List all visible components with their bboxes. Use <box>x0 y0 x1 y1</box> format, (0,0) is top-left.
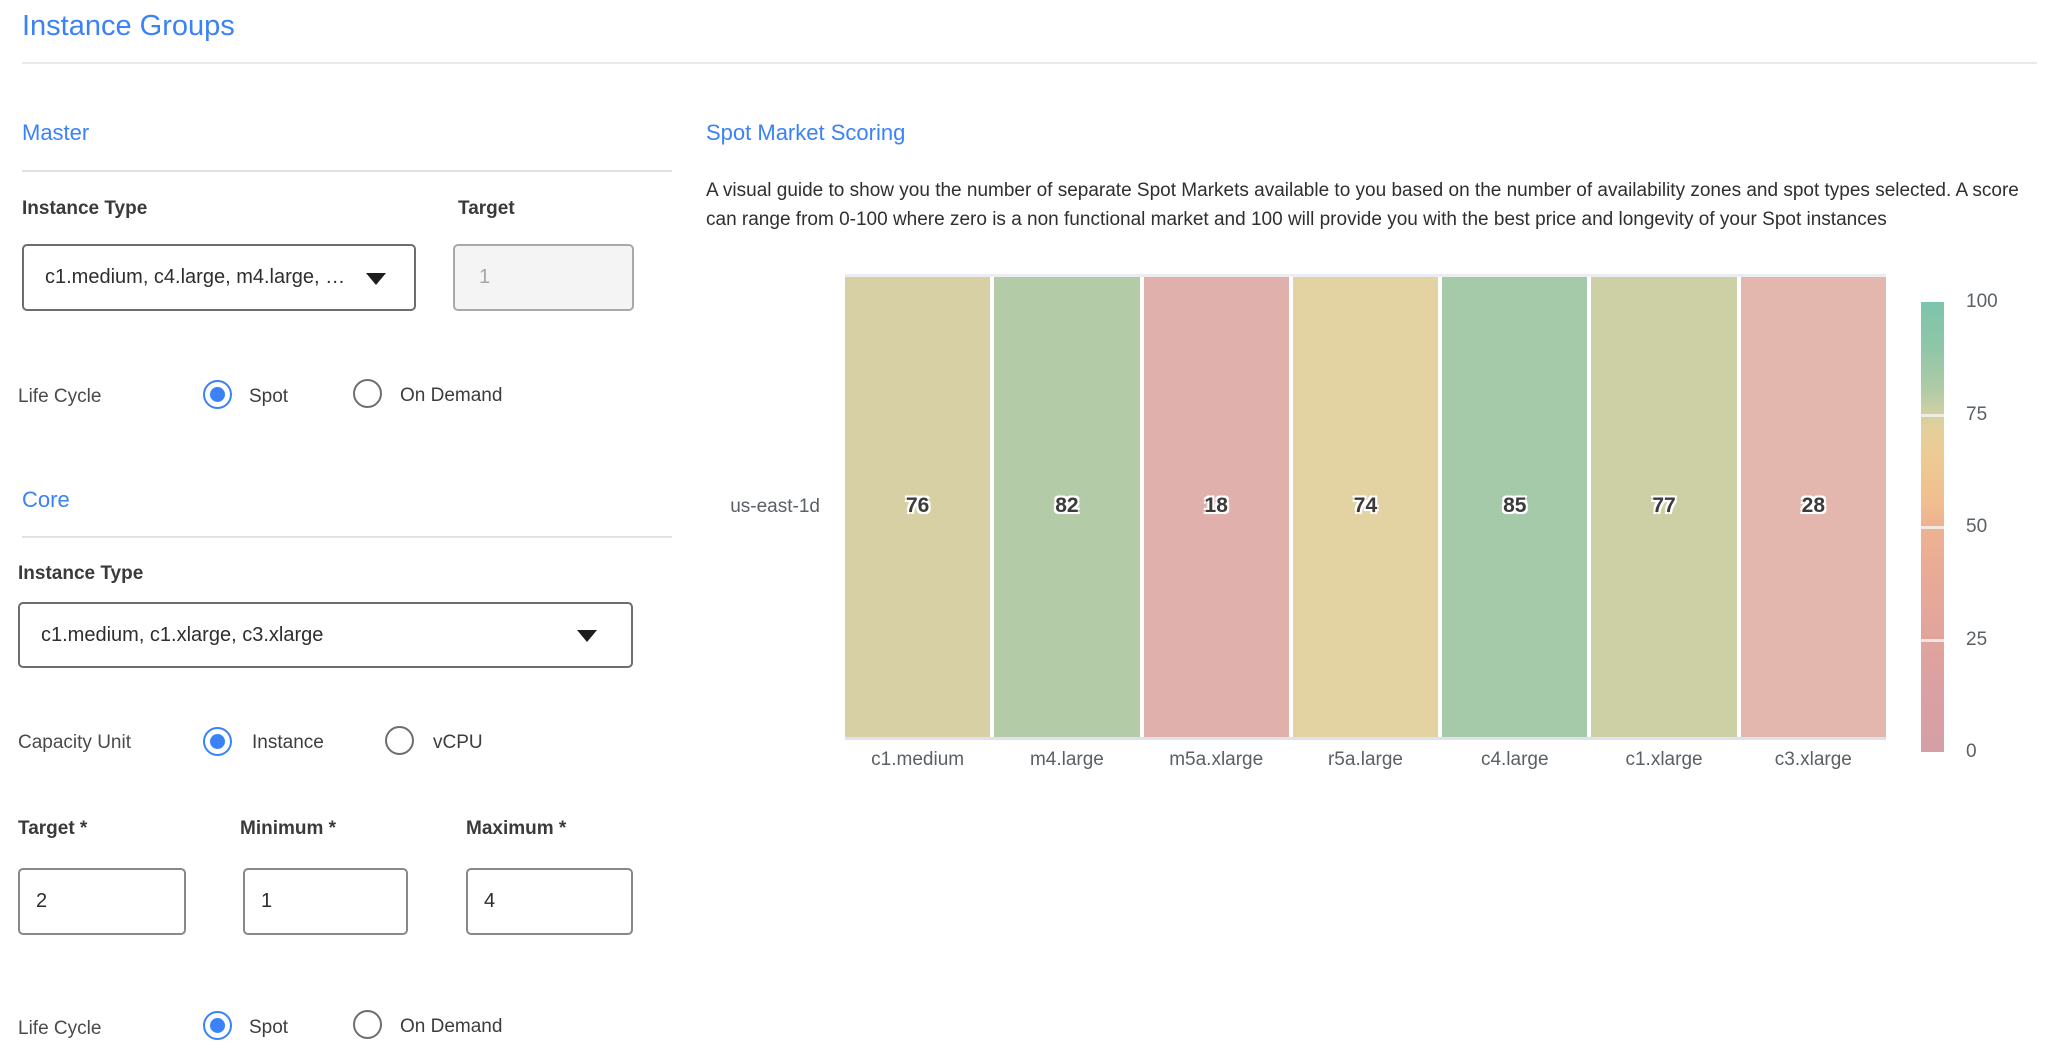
heatmap-cell-value: 74 <box>1293 494 1438 518</box>
scoring-heading: Spot Market Scoring <box>706 120 905 146</box>
heatmap-column-label: c1.medium <box>845 749 990 771</box>
instance-groups-page: Instance Groups Master Instance Type c1.… <box>0 0 2058 1058</box>
scoring-description: A visual guide to show you the number of… <box>706 176 2038 234</box>
core-instance-type-select[interactable]: c1.medium, c1.xlarge, c3.xlarge <box>18 602 633 668</box>
color-scale-tick-label: 25 <box>1966 629 1987 651</box>
heatmap-column-label: m4.large <box>994 749 1139 771</box>
heatmap-column-label: c4.large <box>1442 749 1587 771</box>
heatmap-column-labels: c1.mediumm4.largem5a.xlarger5a.largec4.l… <box>845 749 1886 771</box>
heatmap-column-label: c1.xlarge <box>1591 749 1736 771</box>
master-target-label: Target <box>458 198 515 220</box>
heatmap-cell-value: 18 <box>1144 494 1289 518</box>
master-instance-type-label: Instance Type <box>22 198 147 220</box>
core-spot-radio-label: Spot <box>249 1017 288 1039</box>
core-minimum-input[interactable] <box>243 868 408 935</box>
master-on-demand-radio[interactable] <box>353 379 382 408</box>
heatmap-column-label: c3.xlarge <box>1741 749 1886 771</box>
core-section-heading: Core <box>22 487 70 513</box>
heatmap-cell[interactable]: 18 <box>1144 277 1289 737</box>
core-target-label: Target * <box>18 818 87 840</box>
capacity-unit-label: Capacity Unit <box>18 732 131 754</box>
color-scale-separator <box>1921 639 1944 642</box>
core-instance-type-label: Instance Type <box>18 563 143 585</box>
color-scale-separator <box>1921 414 1944 417</box>
heatmap-cell[interactable]: 76 <box>845 277 990 737</box>
heatmap-cell-value: 77 <box>1591 494 1736 518</box>
core-on-demand-radio[interactable] <box>353 1010 382 1039</box>
master-section-heading: Master <box>22 120 89 146</box>
page-title: Instance Groups <box>22 10 235 43</box>
chevron-down-icon <box>577 630 597 642</box>
color-scale-tick-label: 75 <box>1966 404 1987 426</box>
master-spot-radio-label: Spot <box>249 386 288 408</box>
heatmap-cell[interactable]: 74 <box>1293 277 1438 737</box>
heatmap-cell[interactable]: 85 <box>1442 277 1587 737</box>
capacity-vcpu-radio[interactable] <box>385 726 414 755</box>
master-target-input[interactable] <box>453 244 634 311</box>
master-instance-type-select[interactable]: c1.medium, c4.large, m4.large, … <box>22 244 416 311</box>
heatmap-cell-value: 76 <box>845 494 990 518</box>
color-scale-tick-label: 0 <box>1966 741 1977 763</box>
heatmap-cell-value: 82 <box>994 494 1139 518</box>
core-minimum-label: Minimum * <box>240 818 336 840</box>
color-scale-tick-label: 100 <box>1966 291 1998 313</box>
capacity-instance-radio[interactable] <box>203 727 232 756</box>
master-spot-radio[interactable] <box>203 380 232 409</box>
heatmap-column-label: m5a.xlarge <box>1144 749 1289 771</box>
heatmap-cell-value: 85 <box>1442 494 1587 518</box>
divider <box>22 62 2037 64</box>
heatmap-row-label: us-east-1d <box>690 496 820 518</box>
master-instance-type-value: c1.medium, c4.large, m4.large, … <box>24 266 345 289</box>
color-scale-separator <box>1921 526 1944 529</box>
core-instance-type-value: c1.medium, c1.xlarge, c3.xlarge <box>20 624 323 647</box>
heatmap-grid: 76821874857728 <box>845 274 1886 740</box>
color-scale-ticks: 1007550250 <box>1966 302 2026 752</box>
heatmap-cell[interactable]: 82 <box>994 277 1139 737</box>
heatmap-cell[interactable]: 28 <box>1741 277 1886 737</box>
master-life-cycle-label: Life Cycle <box>18 386 101 408</box>
divider <box>22 536 672 538</box>
core-maximum-input[interactable] <box>466 868 633 935</box>
color-scale-tick-label: 50 <box>1966 516 1987 538</box>
core-on-demand-radio-label: On Demand <box>400 1016 502 1038</box>
color-scale-bar <box>1921 302 1944 752</box>
chevron-down-icon <box>366 273 386 285</box>
capacity-vcpu-radio-label: vCPU <box>433 732 483 754</box>
heatmap-cell[interactable]: 77 <box>1591 277 1736 737</box>
capacity-instance-radio-label: Instance <box>252 732 324 754</box>
core-spot-radio[interactable] <box>203 1011 232 1040</box>
heatmap-cell-value: 28 <box>1741 494 1886 518</box>
core-maximum-label: Maximum * <box>466 818 566 840</box>
core-life-cycle-label: Life Cycle <box>18 1018 101 1040</box>
master-on-demand-radio-label: On Demand <box>400 385 502 407</box>
heatmap-column-label: r5a.large <box>1293 749 1438 771</box>
divider <box>22 170 672 172</box>
core-target-input[interactable] <box>18 868 186 935</box>
